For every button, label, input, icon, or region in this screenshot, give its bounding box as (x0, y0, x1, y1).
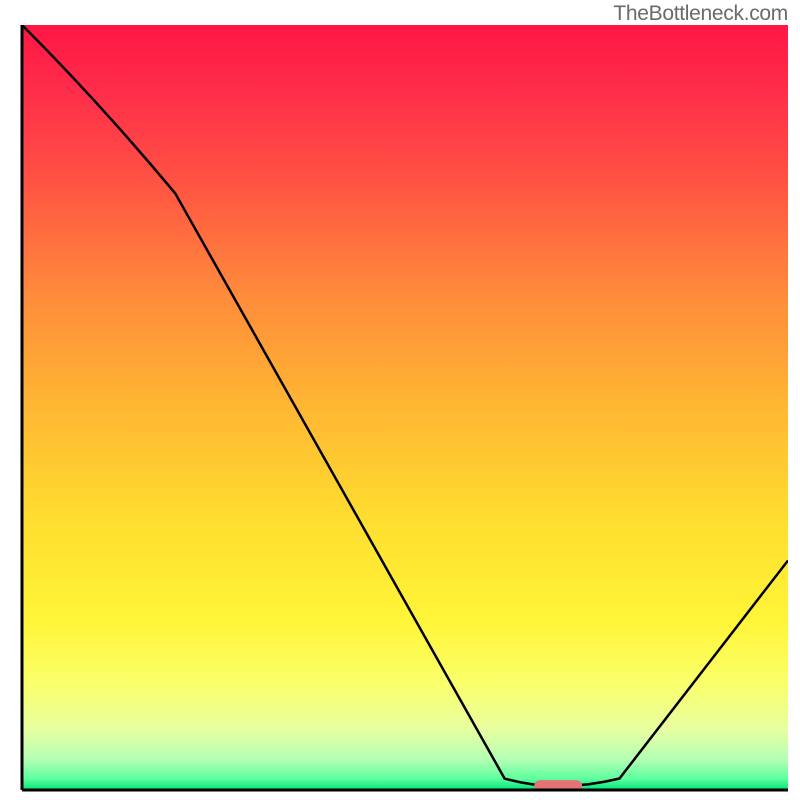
bottleneck-chart (0, 0, 800, 800)
gradient-background (22, 25, 788, 790)
watermark-text: TheBottleneck.com (613, 2, 788, 26)
chart-container: TheBottleneck.com (0, 0, 800, 800)
